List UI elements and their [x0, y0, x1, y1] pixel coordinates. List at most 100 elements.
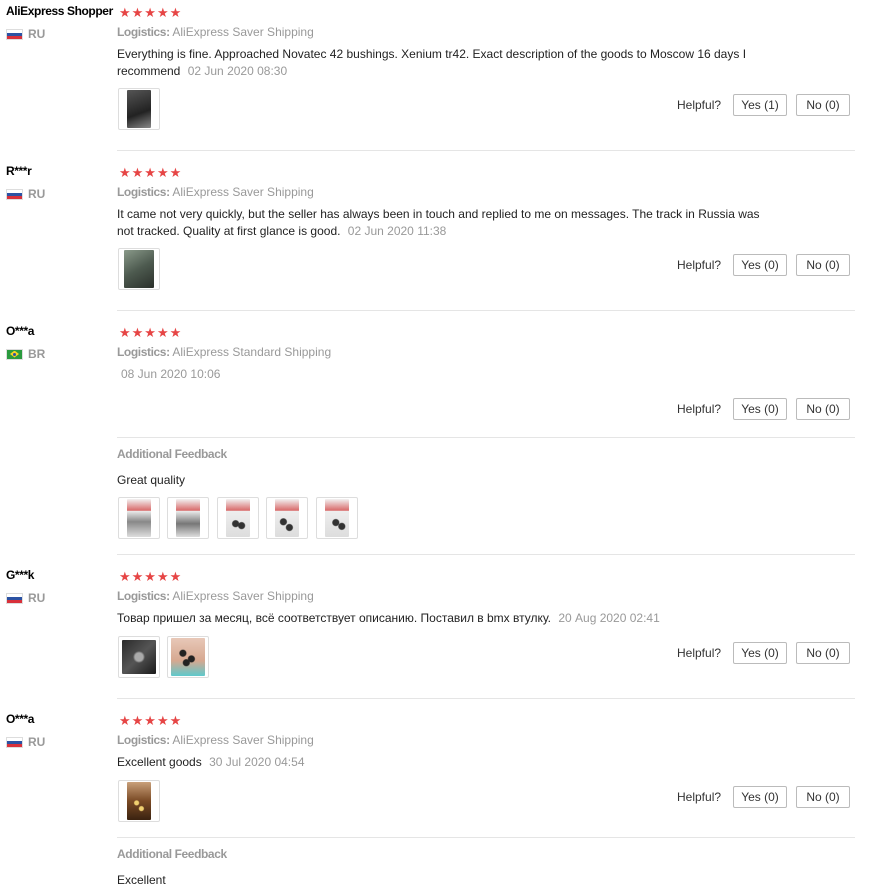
review-item: O***a BR ★★★★★ Logistics: AliExpress Sta…: [0, 320, 856, 554]
helpful-label: Helpful?: [677, 98, 722, 112]
reviewer-country: BR: [6, 347, 45, 361]
helpful-no-button[interactable]: No (0): [796, 398, 850, 420]
review-body: Товар пришел за месяц, всё соответствует…: [117, 611, 551, 625]
review-date: 02 Jun 2020 11:38: [347, 224, 447, 238]
review-photo-thumb[interactable]: [118, 88, 160, 130]
photo-package-image: [124, 250, 154, 288]
logistics-value: AliExpress Saver Shipping: [172, 25, 314, 39]
additional-feedback-title: Additional Feedback: [117, 447, 227, 461]
review-photo-thumb[interactable]: [167, 636, 209, 678]
review-text: Everything is fine. Approached Novatec 4…: [117, 46, 777, 80]
review-item: O***a RU ★★★★★ Logistics: AliExpress Sav…: [0, 708, 856, 887]
reviewer-name: G***k: [6, 568, 35, 582]
reviewer-country: RU: [6, 735, 45, 749]
country-code: RU: [28, 27, 46, 41]
star-rating: ★★★★★: [119, 5, 183, 20]
review-date: 30 Jul 2020 04:54: [209, 755, 305, 769]
flag-ru-icon: [6, 592, 23, 604]
helpful-label: Helpful?: [677, 258, 722, 272]
additional-photo-thumb[interactable]: [167, 497, 209, 539]
review-date: 08 Jun 2020 10:06: [121, 367, 221, 381]
country-code: RU: [28, 591, 46, 605]
photo-bag-1-image: [127, 499, 151, 537]
photo-dark-bag-image: [127, 90, 151, 128]
helpful-yes-button[interactable]: Yes (0): [733, 398, 787, 420]
star-rating: ★★★★★: [119, 165, 183, 180]
logistics-value: AliExpress Saver Shipping: [172, 185, 314, 199]
star-rating: ★★★★★: [119, 713, 183, 728]
helpful-label: Helpful?: [677, 646, 722, 660]
helpful-label: Helpful?: [677, 790, 722, 804]
additional-photo-thumb[interactable]: [266, 497, 308, 539]
review-item: G***k RU ★★★★★ Logistics: AliExpress Sav…: [0, 564, 856, 698]
additional-feedback-title: Additional Feedback: [117, 847, 227, 861]
review-text: Товар пришел за месяц, всё соответствует…: [117, 610, 777, 627]
logistics-info: Logistics: AliExpress Saver Shipping: [117, 25, 314, 39]
logistics-label: Logistics:: [117, 733, 170, 747]
logistics-value: AliExpress Saver Shipping: [172, 733, 314, 747]
photo-bag-5-image: [325, 499, 349, 537]
reviewer-name: O***a: [6, 324, 35, 338]
review-text: Excellent goods 30 Jul 2020 04:54: [117, 754, 777, 771]
reviewer-country: RU: [6, 591, 45, 605]
additional-feedback-divider: [117, 437, 855, 438]
logistics-value: AliExpress Saver Shipping: [172, 589, 314, 603]
reviewer-name: R***r: [6, 164, 32, 178]
reviewer-name: AliExpress Shopper: [6, 4, 113, 18]
photo-bag-3-image: [226, 499, 250, 537]
additional-photo-thumb[interactable]: [316, 497, 358, 539]
review-item: AliExpress Shopper RU ★★★★★ Logistics: A…: [0, 0, 856, 150]
star-rating: ★★★★★: [119, 569, 183, 584]
review-text: 08 Jun 2020 10:06: [117, 366, 777, 383]
review-text: It came not very quickly, but the seller…: [117, 206, 767, 240]
review-divider: [117, 698, 855, 699]
review-item: R***r RU ★★★★★ Logistics: AliExpress Sav…: [0, 160, 856, 310]
photo-hand-balls-image: [171, 638, 205, 676]
helpful-no-button[interactable]: No (0): [796, 254, 850, 276]
country-code: RU: [28, 187, 46, 201]
logistics-label: Logistics:: [117, 185, 170, 199]
review-photo-thumb[interactable]: [118, 248, 160, 290]
additional-feedback-divider: [117, 837, 855, 838]
logistics-info: Logistics: AliExpress Saver Shipping: [117, 733, 314, 747]
logistics-label: Logistics:: [117, 589, 170, 603]
additional-feedback-text: Great quality: [117, 473, 186, 487]
photo-bag-2-image: [176, 499, 200, 537]
review-photo-thumb[interactable]: [118, 636, 160, 678]
helpful-yes-button[interactable]: Yes (0): [733, 254, 787, 276]
helpful-no-button[interactable]: No (0): [796, 786, 850, 808]
reviewer-country: RU: [6, 187, 45, 201]
logistics-info: Logistics: AliExpress Saver Shipping: [117, 589, 314, 603]
photo-dark-pack-image: [122, 640, 156, 674]
flag-ru-icon: [6, 188, 23, 200]
additional-feedback-text: Excellent: [117, 873, 166, 887]
helpful-no-button[interactable]: No (0): [796, 642, 850, 664]
country-code: BR: [28, 347, 46, 361]
helpful-yes-button[interactable]: Yes (0): [733, 642, 787, 664]
logistics-info: Logistics: AliExpress Standard Shipping: [117, 345, 331, 359]
review-date: 20 Aug 2020 02:41: [558, 611, 660, 625]
photo-brown-balls-image: [127, 782, 151, 820]
review-photo-thumb[interactable]: [118, 780, 160, 822]
review-date: 02 Jun 2020 08:30: [187, 64, 288, 78]
additional-photo-thumb[interactable]: [118, 497, 160, 539]
flag-br-icon: [6, 348, 23, 360]
additional-photo-thumb[interactable]: [217, 497, 259, 539]
country-code: RU: [28, 735, 46, 749]
helpful-yes-button[interactable]: Yes (0): [733, 786, 787, 808]
review-divider: [117, 310, 855, 311]
logistics-info: Logistics: AliExpress Saver Shipping: [117, 185, 314, 199]
review-body: Excellent goods: [117, 755, 202, 769]
star-rating: ★★★★★: [119, 325, 183, 340]
reviewer-name: O***a: [6, 712, 35, 726]
review-divider: [117, 150, 855, 151]
flag-ru-icon: [6, 736, 23, 748]
logistics-label: Logistics:: [117, 345, 170, 359]
helpful-label: Helpful?: [677, 402, 722, 416]
review-divider: [117, 554, 855, 555]
flag-ru-icon: [6, 28, 23, 40]
photo-bag-4-image: [275, 499, 299, 537]
helpful-yes-button[interactable]: Yes (1): [733, 94, 787, 116]
logistics-value: AliExpress Standard Shipping: [172, 345, 332, 359]
helpful-no-button[interactable]: No (0): [796, 94, 850, 116]
